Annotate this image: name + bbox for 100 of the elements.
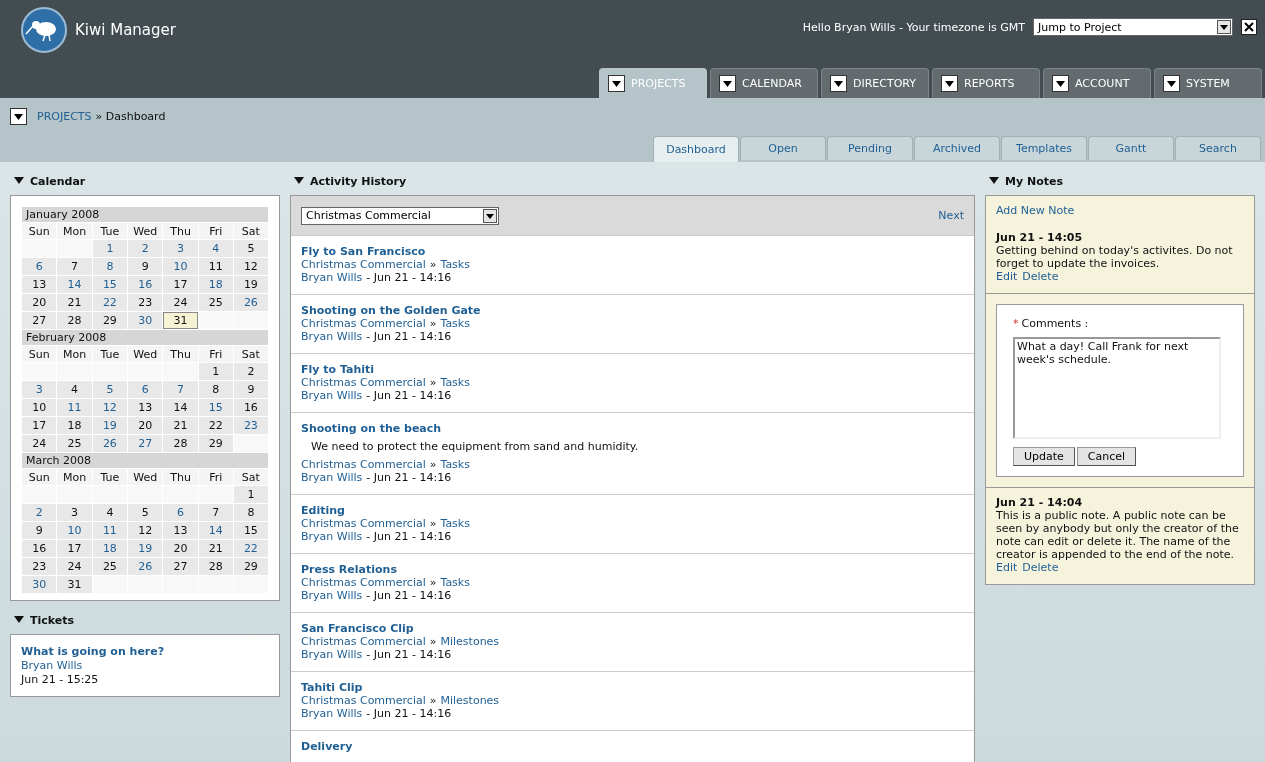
sub-tab[interactable]: Pending [827,136,913,160]
section-link[interactable]: Tasks [440,376,470,389]
calendar-day[interactable]: 10 [57,522,92,539]
calendar-day[interactable]: 19 [92,417,127,434]
collapse-triangle-icon[interactable] [14,177,24,185]
collapse-triangle-icon[interactable] [989,177,999,185]
sub-tab[interactable]: Templates [1001,136,1087,160]
calendar-day[interactable]: 18 [198,276,233,293]
project-link[interactable]: Christmas Commercial [301,317,426,330]
calendar-day[interactable]: 14 [57,276,92,293]
note-action-link[interactable]: Edit [996,561,1018,574]
calendar-day[interactable]: 22 [233,540,268,557]
calendar-day[interactable]: 10 [163,258,198,275]
user-link[interactable]: Bryan Wills [21,659,83,672]
jump-to-project-select[interactable]: Jump to Project [1033,18,1233,36]
calendar-day[interactable]: 30 [22,576,57,593]
calendar-day[interactable]: 15 [198,399,233,416]
activity-title-link[interactable]: Tahiti Clip [301,681,363,694]
project-select[interactable]: Christmas Commercial [301,206,499,225]
main-nav-tab[interactable]: DIRECTORY [821,68,929,98]
user-link[interactable]: Bryan Wills [301,330,363,343]
breadcrumb-link[interactable]: PROJECTS [37,110,92,123]
dropdown-icon[interactable] [10,108,27,125]
activity-title-link[interactable]: Press Relations [301,563,397,576]
activity-title-link[interactable]: Shooting on the beach [301,422,442,435]
calendar-day[interactable]: 3 [163,240,198,257]
calendar-day[interactable]: 16 [128,276,163,293]
calendar-day[interactable]: 4 [198,240,233,257]
close-icon[interactable] [1241,19,1257,35]
section-link[interactable]: Tasks [440,458,470,471]
ticket-title-link[interactable]: What is going on here? [21,645,165,658]
calendar-day[interactable]: 23 [233,417,268,434]
activity-title-link[interactable]: Delivery [301,740,353,753]
calendar-day[interactable]: 6 [22,258,57,275]
calendar-day[interactable]: 26 [128,558,163,575]
section-link[interactable]: Tasks [440,317,470,330]
calendar-day[interactable]: 30 [128,312,163,329]
calendar-day[interactable]: 3 [22,381,57,398]
next-link[interactable]: Next [938,209,964,222]
section-link[interactable]: Tasks [440,576,470,589]
collapse-triangle-icon[interactable] [294,177,304,185]
calendar-day[interactable]: 8 [92,258,127,275]
activity-title-link[interactable]: San Francisco Clip [301,622,414,635]
user-link[interactable]: Bryan Wills [301,271,363,284]
section-link[interactable]: Tasks [440,517,470,530]
project-link[interactable]: Christmas Commercial [301,376,426,389]
calendar-day[interactable]: 26 [92,435,127,452]
sub-tab[interactable]: Search [1175,136,1261,160]
calendar-day[interactable]: 22 [92,294,127,311]
calendar-day[interactable]: 14 [198,522,233,539]
section-link[interactable]: Milestones [440,635,500,648]
activity-title-link[interactable]: Shooting on the Golden Gate [301,304,481,317]
form-button[interactable]: Cancel [1076,447,1137,466]
calendar-day[interactable]: 12 [92,399,127,416]
user-link[interactable]: Bryan Wills [301,648,363,661]
calendar-day[interactable]: 19 [128,540,163,557]
project-link[interactable]: Christmas Commercial [301,258,426,271]
activity-title-link[interactable]: Editing [301,504,345,517]
activity-title-link[interactable]: Fly to Tahiti [301,363,375,376]
main-nav-tab[interactable]: REPORTS [932,68,1040,98]
note-action-link[interactable]: Delete [1022,561,1059,574]
user-link[interactable]: Bryan Wills [301,589,363,602]
note-action-link[interactable]: Delete [1022,270,1059,283]
sub-tab[interactable]: Archived [914,136,1000,160]
calendar-day[interactable]: 26 [233,294,268,311]
section-link[interactable]: Tasks [440,258,470,271]
project-link[interactable]: Christmas Commercial [301,458,426,471]
note-action-link[interactable]: Edit [996,270,1018,283]
activity-title-link[interactable]: Fly to San Francisco [301,245,426,258]
comments-field[interactable]: What a day! Call Frank for next week's schedule. [1013,337,1221,439]
sub-tab[interactable]: Open [740,136,826,160]
user-link[interactable]: Bryan Wills [301,471,363,484]
calendar-day[interactable]: 2 [22,504,57,521]
calendar-day[interactable]: 6 [163,504,198,521]
calendar-day[interactable]: 2 [128,240,163,257]
calendar-day[interactable]: 1 [92,240,127,257]
add-note-link[interactable]: Add New Note [996,204,1075,217]
calendar-day[interactable]: 7 [163,381,198,398]
sub-tab[interactable]: Dashboard [653,136,739,162]
calendar-day[interactable]: 11 [57,399,92,416]
sub-tab[interactable]: Gantt [1088,136,1174,160]
main-nav-tab[interactable]: CALENDAR [710,68,818,98]
project-link[interactable]: Christmas Commercial [301,635,426,648]
user-link[interactable]: Bryan Wills [301,707,363,720]
calendar-day[interactable]: 6 [128,381,163,398]
calendar-day[interactable]: 11 [92,522,127,539]
calendar-day[interactable]: 27 [128,435,163,452]
user-link[interactable]: Bryan Wills [301,530,363,543]
main-nav-tab[interactable]: SYSTEM [1154,68,1262,98]
project-link[interactable]: Christmas Commercial [301,694,426,707]
section-link[interactable]: Milestones [440,694,500,707]
project-link[interactable]: Christmas Commercial [301,576,426,589]
main-nav-tab[interactable]: ACCOUNT [1043,68,1151,98]
calendar-day[interactable]: 15 [92,276,127,293]
calendar-day[interactable]: 5 [92,381,127,398]
calendar-day[interactable]: 18 [92,540,127,557]
collapse-triangle-icon[interactable] [14,616,24,624]
project-link[interactable]: Christmas Commercial [301,517,426,530]
form-button[interactable]: Update [1013,447,1075,466]
user-link[interactable]: Bryan Wills [301,389,363,402]
